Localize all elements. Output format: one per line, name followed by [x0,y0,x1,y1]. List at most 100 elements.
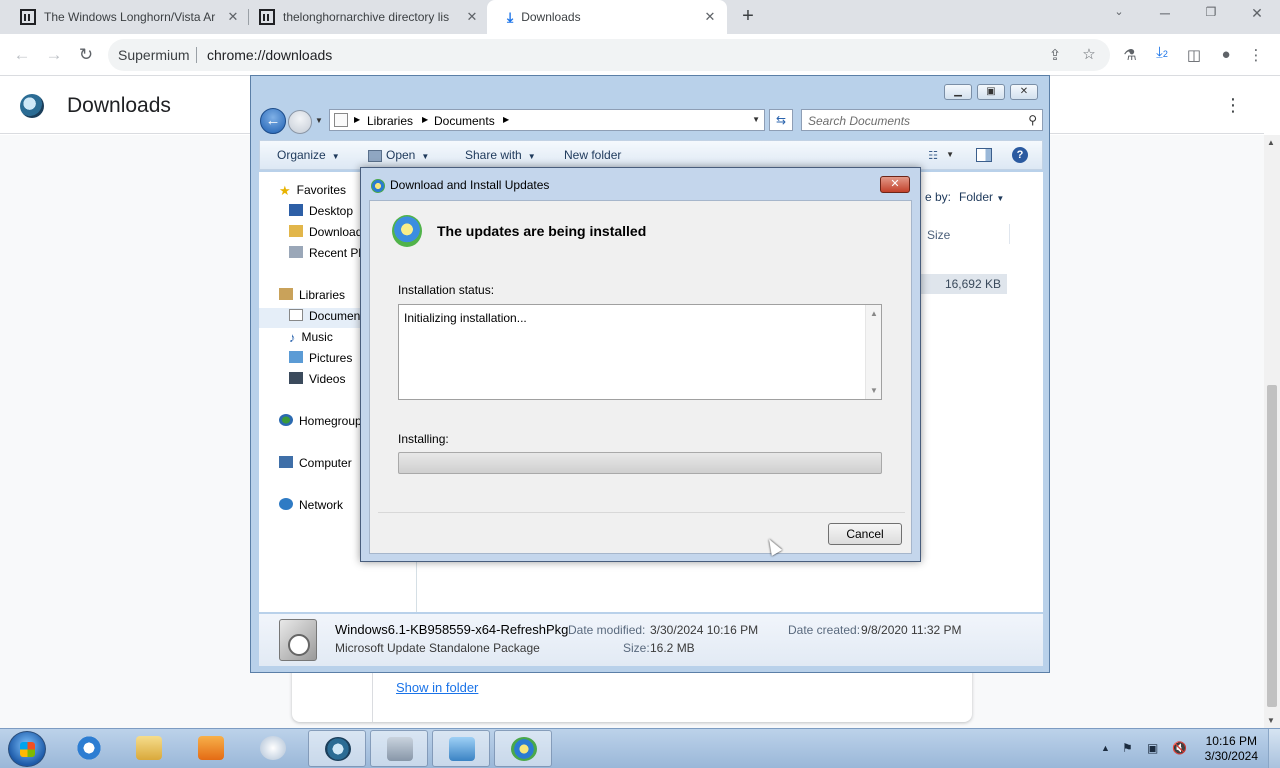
network-tray-icon[interactable]: ▣ [1147,741,1158,755]
tab-longhorn-archive[interactable]: The Windows Longhorn/Vista Ar ✕ [0,0,250,34]
help-icon[interactable]: ? [1012,147,1028,163]
nav-downloads[interactable]: Download [289,225,362,239]
explorer-back-button[interactable]: ← [260,108,286,134]
bookmark-star-icon[interactable]: ☆ [1080,45,1098,63]
nav-homegroup[interactable]: Homegroup [279,414,362,428]
omnibox[interactable]: Supermium chrome://downloads ⇪ ☆ [108,39,1110,71]
taskbar-clock[interactable]: 10:16 PM 3/30/2024 [1205,734,1258,764]
explorer-forward-button[interactable] [288,110,312,134]
documents-icon [289,309,303,321]
taskbar-supermium[interactable] [308,730,366,767]
taskbar-windows-update[interactable] [494,730,552,767]
nav-label: Libraries [299,288,346,302]
action-center-flag-icon[interactable]: ⚑ [1122,741,1133,755]
breadcrumb-arrow-icon[interactable]: ▶ [503,115,509,124]
dialog-close-button[interactable]: ✕ [880,176,910,193]
tab-downloads[interactable]: ⤓ Downloads ✕ [487,0,727,34]
scroll-down-arrow-icon[interactable]: ▼ [1267,716,1275,725]
recent-pages-dropdown-icon[interactable]: ▼ [315,116,323,125]
back-button[interactable]: ← [12,45,32,65]
close-icon[interactable]: ✕ [703,10,717,24]
breadcrumb-arrow-icon[interactable]: ▶ [422,115,428,124]
side-panel-icon[interactable]: ◫ [1185,46,1203,64]
scroll-down-arrow-icon[interactable]: ▼ [870,386,878,395]
nav-favorites[interactable]: ★ Favorites [279,183,346,198]
profile-avatar-icon[interactable]: ● [1217,46,1235,63]
show-desktop-button[interactable] [1268,729,1280,768]
taskbar-internet-explorer[interactable] [60,730,118,767]
address-dropdown-icon[interactable]: ▼ [752,115,760,124]
view-dropdown-arrow-icon[interactable]: ▼ [946,150,954,159]
nav-desktop[interactable]: Desktop [289,204,353,218]
dropdown-arrow-icon: ▼ [421,152,430,161]
explorer-close-button[interactable]: ✕ [1010,84,1038,100]
taskbar-control-panel[interactable] [432,730,490,767]
taskbar-media-player[interactable] [182,730,240,767]
scroll-up-arrow-icon[interactable]: ▲ [1267,138,1275,147]
taskbar-computer[interactable] [370,730,428,767]
new-folder-button[interactable]: New folder [564,148,621,162]
breadcrumb-documents[interactable]: Documents [434,114,495,128]
menu-kebab-icon[interactable]: ⋮ [1247,46,1265,64]
address-bar[interactable]: ▶ Libraries ▶ Documents ▶ ▼ [329,109,765,131]
new-tab-button[interactable]: + [738,6,758,26]
open-label: Open [386,148,416,162]
nav-libraries[interactable]: Libraries [279,288,345,302]
change-view-icon[interactable]: ☷ [928,149,938,162]
start-button[interactable] [8,731,46,767]
explorer-minimize-button[interactable]: ▁ [944,84,972,100]
install-progress-bar [398,452,882,474]
arrange-by-dropdown[interactable]: Folder ▼ [959,190,1004,204]
nav-network[interactable]: Network [279,498,343,512]
breadcrumb-libraries[interactable]: Libraries [367,114,413,128]
explorer-search-input[interactable]: Search Documents ⚲ [801,109,1043,131]
minimize-button[interactable]: ─ [1155,5,1175,21]
column-separator[interactable] [1009,224,1010,244]
forward-button[interactable]: → [44,45,64,65]
volume-muted-icon[interactable]: 🔇 [1172,741,1187,755]
library-pillar-icon [20,9,36,25]
restore-button[interactable]: ❐ [1201,5,1221,19]
show-hidden-icons-button[interactable]: ▲ [1101,743,1110,753]
downloads-icon[interactable]: ⤓2 [1153,44,1171,61]
file-name: Windows6.1-KB958559-x64-RefreshPkg [335,622,569,637]
nav-music[interactable]: ♪ Music [289,330,333,345]
scrollbar-thumb[interactable] [1267,385,1277,707]
taskbar: ▲ ⚑ ▣ 🔇 10:16 PM 3/30/2024 [0,728,1280,768]
tab-search-chevron-icon[interactable]: ⌄ [1109,5,1129,18]
nav-videos[interactable]: Videos [289,372,345,386]
nav-documents[interactable]: Documen [289,309,360,323]
close-window-button[interactable]: ✕ [1247,5,1267,22]
computer-icon [279,456,293,468]
explorer-maximize-button[interactable]: ▣ [977,84,1005,100]
scroll-up-arrow-icon[interactable]: ▲ [870,309,878,318]
share-with-button[interactable]: Share with ▼ [465,148,536,162]
taskbar-app-orb[interactable] [244,730,302,767]
taskbar-explorer[interactable] [120,730,178,767]
show-in-folder-link[interactable]: Show in folder [396,680,478,695]
organize-button[interactable]: Organize ▼ [277,148,340,162]
nav-computer[interactable]: Computer [279,456,352,470]
nav-pictures[interactable]: Pictures [289,351,352,365]
more-actions-icon[interactable]: ⋮ [1224,95,1242,116]
reload-button[interactable]: ↻ [76,45,96,65]
size-column-header[interactable]: Size [927,228,950,242]
search-icon[interactable]: ⚲ [1028,113,1037,127]
close-icon[interactable]: ✕ [465,10,479,24]
refresh-icon[interactable]: ⇆ [769,109,793,131]
nav-recent-places[interactable]: Recent Pl [289,246,361,260]
nav-label: Recent Pl [309,246,362,260]
preview-pane-icon[interactable] [976,148,992,162]
open-button[interactable]: Open ▼ [368,148,429,162]
extensions-flask-icon[interactable]: ⚗ [1121,46,1139,64]
status-scrollbar[interactable]: ▲ ▼ [865,305,881,399]
cancel-button[interactable]: Cancel [828,523,902,545]
tab-directory-listing[interactable]: thelonghornarchive directory lis ✕ [239,0,489,34]
breadcrumb-arrow-icon[interactable]: ▶ [354,115,360,124]
installation-status-box[interactable]: Initializing installation... ▲ ▼ [398,304,882,400]
page-scrollbar[interactable]: ▲ ▼ [1264,135,1280,728]
close-icon[interactable]: ✕ [226,10,240,24]
share-icon[interactable]: ⇪ [1046,46,1064,64]
videos-film-icon [289,372,303,384]
size-label: Size: [623,641,650,655]
